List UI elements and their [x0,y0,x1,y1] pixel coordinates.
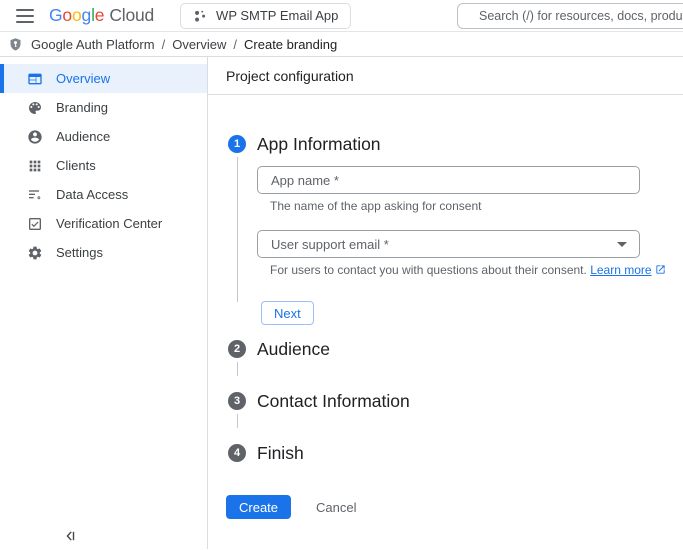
step-connector-line [236,362,238,376]
step-title: Audience [257,339,330,359]
external-link-icon [655,265,665,274]
palette-icon [29,101,41,114]
google-cloud-logo: Google Cloud [49,5,154,26]
hamburger-menu-icon[interactable] [16,8,34,23]
sidebar-item-audience[interactable]: Audience [0,122,207,151]
user-support-email-select[interactable]: User support email * [257,230,640,258]
step-audience: 2 Audience [228,340,683,376]
wizard-content: 1 App Information The name of the app as… [208,95,683,519]
step-finish: 4 Finish [228,444,683,462]
step-number-badge: 3 [228,392,246,410]
create-button[interactable]: Create [226,495,292,519]
list-gear-icon [29,189,41,199]
sidebar-item-label: Verification Center [56,216,163,231]
user-support-email-placeholder: User support email * [271,236,389,252]
app-name-input[interactable] [257,166,640,194]
breadcrumb-current-page: Create branding [244,36,338,52]
step-title: App Information [257,134,381,154]
sidebar-item-label: Clients [56,158,96,173]
sidebar-item-overview[interactable]: Overview [0,64,207,93]
step-title: Contact Information [257,391,410,411]
step-contact-information: 3 Contact Information [228,392,683,428]
collapse-sidebar-icon[interactable] [62,528,78,544]
step-title: Finish [257,443,304,463]
step-number-badge: 4 [228,444,246,462]
wizard-footer: Create Cancel [226,495,683,519]
next-button[interactable]: Next [261,301,314,325]
step-connector-line [236,414,238,428]
auth-platform-shield-key-icon [8,37,23,52]
sidebar-item-clients[interactable]: Clients [0,151,207,180]
step-number-badge: 2 [228,340,246,358]
step-app-information: 1 App Information The name of the app as… [228,135,683,325]
step-connector-line [236,157,238,302]
gear-icon [28,246,42,259]
sidebar-item-label: Data Access [56,187,129,202]
main-panel: Project configuration 1 App Information … [208,57,683,549]
logo-letter: o [71,5,82,25]
sidebar-item-label: Branding [56,100,109,115]
breadcrumb-item[interactable]: Google Auth Platform [31,37,155,52]
helper-text: For users to contact you with questions … [270,263,587,277]
checkbox-icon [29,217,41,230]
overview-icon [28,73,42,84]
breadcrumb-item[interactable]: Overview [172,37,226,52]
page-title: Project configuration [208,57,683,95]
project-name-label: WP SMTP Email App [216,8,339,23]
logo-letter: g [81,5,92,25]
sidebar-item-verification-center[interactable]: Verification Center [0,209,207,238]
dropdown-caret-icon [617,241,627,247]
logo-letter: o [62,5,72,25]
app-name-helper-text: The name of the app asking for consent [270,199,482,213]
sidebar-item-data-access[interactable]: Data Access [0,180,207,209]
left-nav-sidebar: Overview Branding Audience Clients Data … [0,57,208,549]
logo-cloud-text: Cloud [109,5,155,25]
top-app-bar: Google Cloud WP SMTP Email App [0,0,683,32]
sidebar-item-label: Overview [56,71,111,86]
sidebar-item-settings[interactable]: Settings [0,238,207,267]
logo-letter: G [49,5,63,25]
breadcrumb-separator: / [233,36,238,52]
sidebar-item-branding[interactable]: Branding [0,93,207,122]
sidebar-item-label: Settings [56,245,103,260]
search-input[interactable] [477,8,683,24]
step-number-badge: 1 [228,135,246,153]
support-email-helper-text: For users to contact you with questions … [270,263,683,277]
person-icon [28,129,42,144]
cancel-button[interactable]: Cancel [316,500,356,515]
breadcrumb: Google Auth Platform / Overview / Create… [0,32,683,57]
global-search-box[interactable] [457,3,683,29]
sidebar-item-label: Audience [56,129,111,144]
breadcrumb-separator: / [161,36,166,52]
project-dots-icon [195,10,206,22]
project-selector-button[interactable]: WP SMTP Email App [180,2,352,29]
apps-grid-icon [29,160,41,171]
logo-letter: e [94,5,105,25]
learn-more-link[interactable]: Learn more [590,263,651,277]
